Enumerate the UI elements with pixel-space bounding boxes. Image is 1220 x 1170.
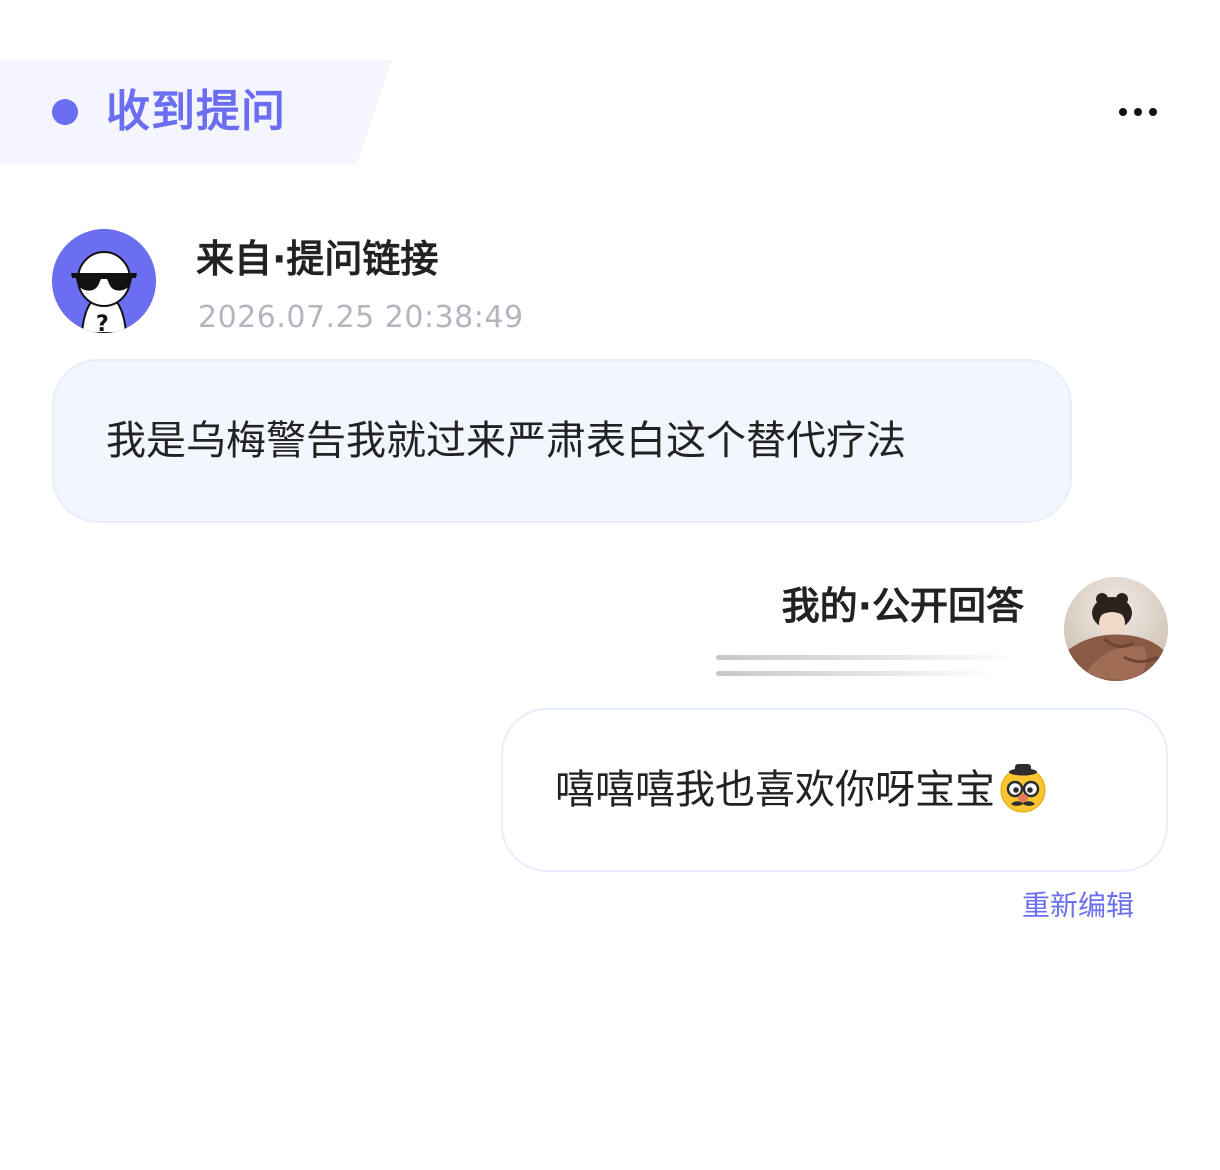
question-bubble: 我是乌梅警告我就过来严肃表白这个替代疗法 <box>52 359 1072 523</box>
anonymous-sunglasses-avatar-icon: ? <box>52 229 156 333</box>
asker-source-label: 来自·提问链接 <box>196 237 439 281</box>
question-text: 我是乌梅警告我就过来严肃表白这个替代疗法 <box>106 418 906 464</box>
more-options-button[interactable] <box>1110 96 1166 128</box>
header-dot-icon <box>52 99 78 125</box>
more-dot-icon <box>1149 108 1157 116</box>
more-dot-icon <box>1134 108 1142 116</box>
answer-timestamp-blurred <box>716 650 1026 680</box>
reedit-button[interactable]: 重新编辑 <box>1022 886 1134 926</box>
disguised-face-emoji-icon <box>1000 764 1046 813</box>
more-dot-icon <box>1119 108 1127 116</box>
answer-label: 我的·公开回答 <box>781 584 1024 628</box>
answer-bubble: 嘻嘻嘻我也喜欢你呀宝宝 <box>501 708 1168 872</box>
question-timestamp: 2026.07.25 20:38:49 <box>198 300 524 335</box>
page-title: 收到提问 <box>106 86 286 137</box>
user-photo-avatar-icon <box>1064 577 1168 681</box>
asker-avatar: ? <box>52 229 156 333</box>
answer-text: 嘻嘻嘻我也喜欢你呀宝宝 <box>555 767 995 813</box>
svg-text:?: ? <box>96 312 109 333</box>
avatar[interactable] <box>1064 577 1168 681</box>
